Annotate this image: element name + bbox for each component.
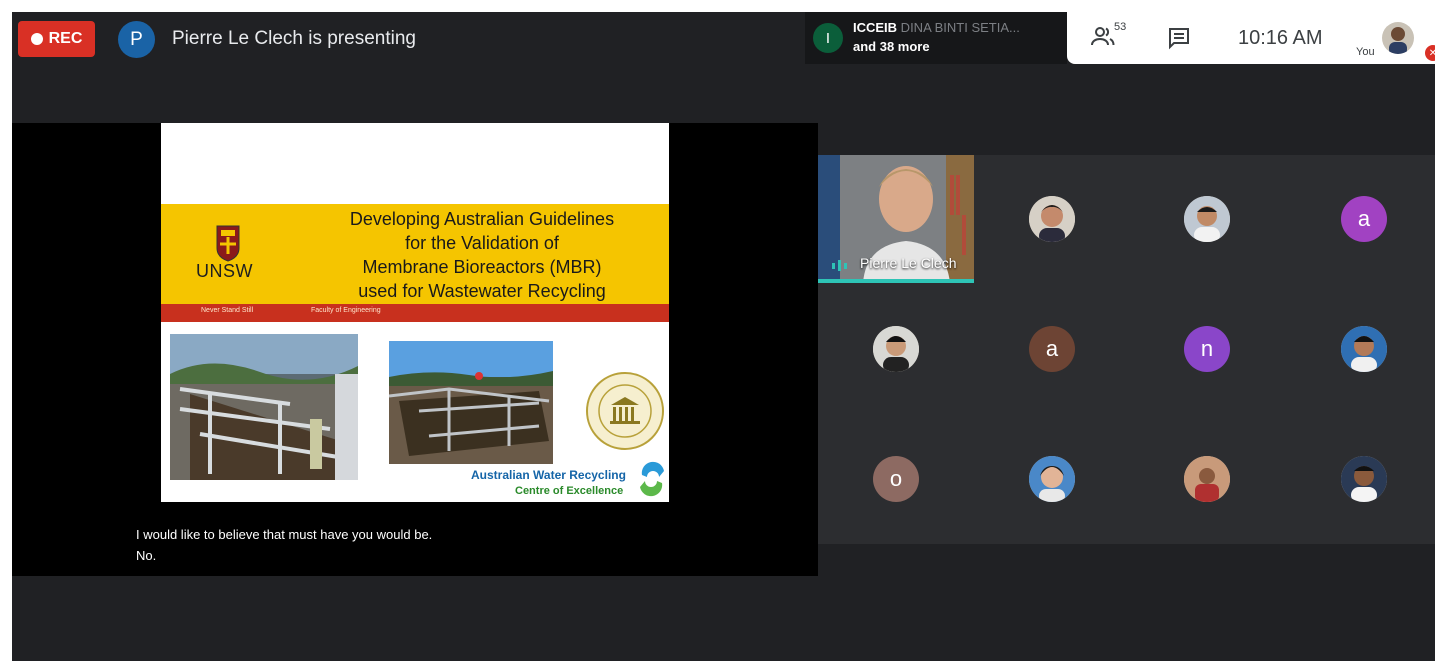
participant-avatar[interactable]: a [1341, 196, 1387, 242]
caption-line: I would like to believe that must have y… [136, 527, 433, 542]
slide-title: Developing Australian Guidelines for the… [349, 209, 615, 301]
participant-avatar[interactable] [1029, 196, 1075, 242]
caption-area: I would like to believe that must have y… [136, 524, 432, 566]
participant-avatar[interactable] [1184, 196, 1230, 242]
water-drop-icon [640, 461, 664, 497]
chat-button[interactable] [1167, 26, 1191, 50]
recording-label: REC [48, 30, 83, 47]
joined-avatar: I [813, 23, 843, 53]
status-bar: 53 10:16 AM You ✕ [1067, 12, 1435, 64]
clock: 10:16 AM [1238, 27, 1323, 49]
tank-photo [389, 341, 553, 464]
mic-off-icon: ✕ [1425, 45, 1435, 61]
participant-avatar[interactable] [1029, 456, 1075, 502]
unesco-seal-icon [586, 372, 664, 450]
speaking-indicator-icon [832, 260, 847, 271]
meeting-window: REC P Pierre Le Clech is presenting I IC… [12, 12, 1435, 661]
join-notification[interactable]: I ICCEIB DINA BINTI SETIA... and 38 more [805, 12, 1067, 64]
participant-name: Pierre Le Clech [860, 255, 957, 271]
participant-avatar[interactable] [1341, 326, 1387, 372]
self-avatar[interactable] [1382, 22, 1414, 54]
people-icon [1091, 27, 1115, 46]
participant-avatar[interactable]: o [873, 456, 919, 502]
slide-faculty: Faculty of Engineering [311, 307, 381, 314]
presenting-status: Pierre Le Clech is presenting [172, 28, 416, 49]
awr-line2: Centre of Excellence [515, 485, 624, 497]
slide-red-band: Never Stand Still Faculty of Engineering [161, 304, 669, 322]
participant-avatar[interactable] [1184, 456, 1230, 502]
you-label: You [1356, 46, 1375, 58]
people-button[interactable]: 53 [1091, 21, 1135, 51]
chat-icon [1169, 28, 1189, 50]
participant-grid: Pierre Le Clech a a n o [818, 155, 1435, 544]
plant-photo [170, 334, 358, 480]
presentation-stage: Never Stand Still Faculty of Engineering… [12, 123, 818, 576]
recording-badge[interactable]: REC [18, 21, 95, 57]
people-count: 53 [1114, 21, 1127, 33]
joined-more: and 38 more [853, 39, 930, 54]
slide-tagline: Never Stand Still [201, 307, 254, 314]
unsw-logo-text: UNSW [196, 261, 253, 281]
participant-avatar[interactable] [873, 326, 919, 372]
awr-line1: Australian Water Recycling [471, 468, 626, 482]
active-speaker-bar [818, 279, 974, 283]
presenter-avatar: P [118, 21, 155, 58]
participant-avatar[interactable] [1341, 456, 1387, 502]
participant-avatar[interactable]: n [1184, 326, 1230, 372]
record-dot-icon [30, 33, 43, 45]
participant-avatar[interactable]: a [1029, 326, 1075, 372]
slide: Never Stand Still Faculty of Engineering… [161, 123, 669, 502]
participant-video-tile[interactable]: Pierre Le Clech [818, 155, 974, 283]
joined-name: ICCEIB DINA BINTI SETIA... [853, 20, 1020, 35]
caption-line: No. [136, 548, 157, 563]
